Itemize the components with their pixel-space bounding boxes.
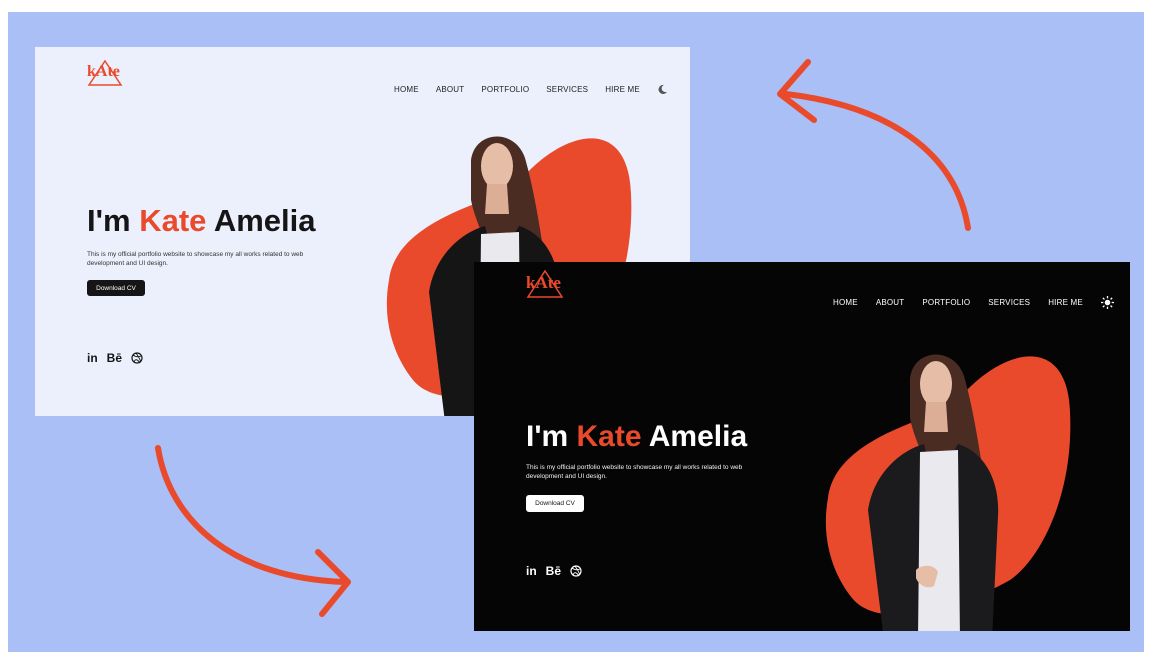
collage-background: kAte HOME ABOUT PORTFOLIO SERVICES HIRE …: [8, 12, 1144, 652]
theme-switch-arrows: [155, 59, 971, 617]
arrow-up-left-icon: [777, 59, 971, 231]
arrow-down-right-icon: [155, 445, 351, 617]
